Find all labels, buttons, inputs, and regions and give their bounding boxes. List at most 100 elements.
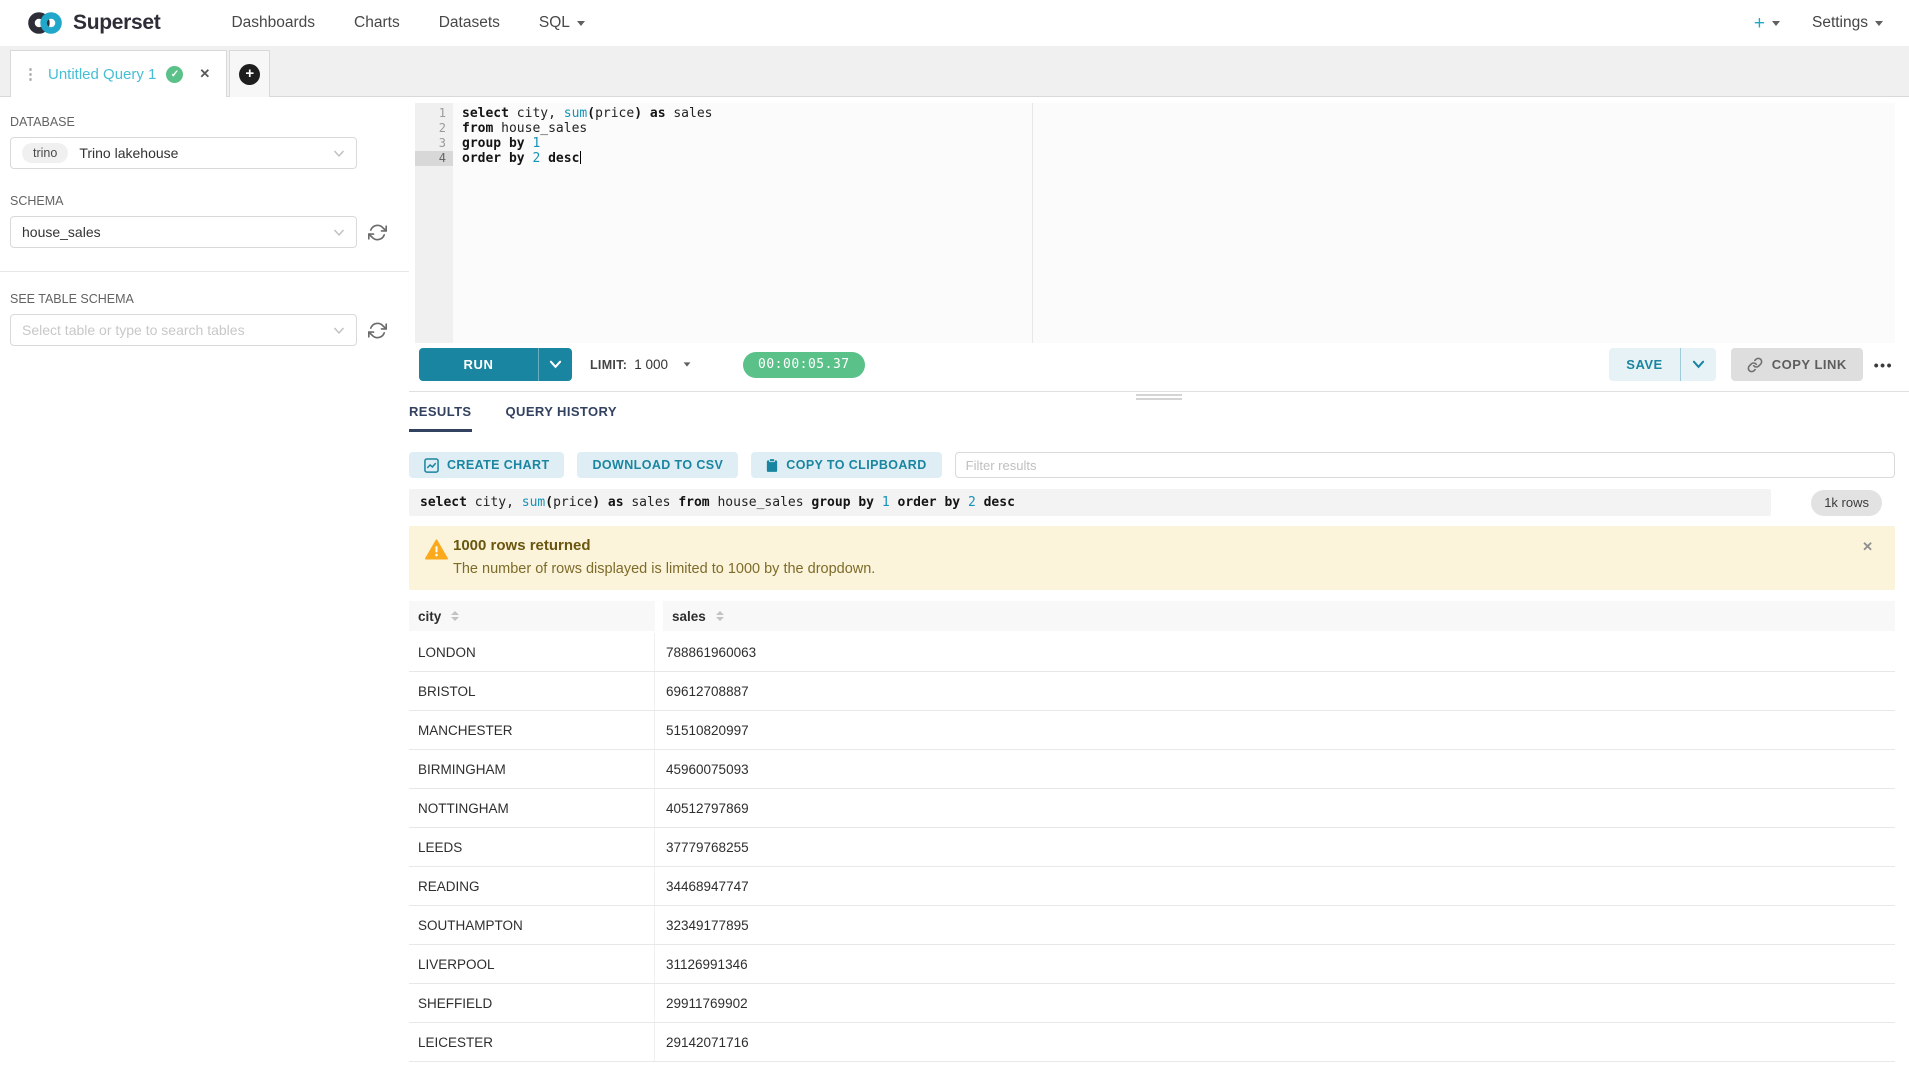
top-nav-right: + Settings [1754, 14, 1883, 33]
schema-select[interactable]: house_sales [10, 216, 357, 248]
brand-name: Superset [73, 11, 160, 35]
limit-label: LIMIT: [590, 358, 627, 372]
editor-gutter: 1 2 3 4 [415, 103, 453, 343]
close-tab-icon[interactable]: ✕ [199, 66, 210, 82]
run-button[interactable]: RUN [419, 348, 538, 381]
cell-sales: 29911769902 [655, 984, 1895, 1022]
table-row: BRISTOL 69612708887 [409, 672, 1895, 711]
copy-link-button[interactable]: COPY LINK [1731, 348, 1863, 381]
create-chart-button[interactable]: CREATE CHART [409, 452, 564, 478]
cell-city: LIVERPOOL [409, 945, 655, 983]
results-tabs: RESULTS QUERY HISTORY [409, 401, 1895, 432]
line-number-active: 4 [415, 151, 453, 166]
new-item-menu[interactable]: + [1754, 14, 1780, 33]
table-row: LEEDS 37779768255 [409, 828, 1895, 867]
alert-message: The number of rows displayed is limited … [453, 561, 1879, 577]
tab-label: Untitled Query 1 [48, 66, 156, 83]
tab-results[interactable]: RESULTS [409, 404, 472, 432]
nav-item-datasets[interactable]: Datasets [439, 14, 500, 32]
warning-icon [425, 539, 448, 560]
cell-sales: 34468947747 [655, 867, 1895, 905]
refresh-tables-icon[interactable] [368, 321, 387, 340]
run-options-button[interactable] [538, 348, 572, 381]
table-row: SOUTHAMPTON 32349177895 [409, 906, 1895, 945]
close-alert-icon[interactable]: ✕ [1862, 539, 1873, 555]
rows-limit-alert: 1000 rows returned The number of rows di… [409, 526, 1895, 590]
results-actions-row: CREATE CHART DOWNLOAD TO CSV COPY TO CLI… [409, 452, 1895, 478]
executed-query-preview: select city, sum(price) as sales from ho… [409, 489, 1771, 516]
chevron-down-icon [333, 326, 345, 335]
schema-value: house_sales [22, 224, 101, 240]
column-header-city[interactable]: city [409, 601, 655, 631]
top-nav: Superset Dashboards Charts Datasets SQL … [0, 0, 1909, 46]
column-header-sales[interactable]: sales [663, 601, 1895, 631]
settings-menu[interactable]: Settings [1812, 14, 1883, 32]
query-success-icon: ✓ [166, 66, 183, 83]
see-table-schema-label: SEE TABLE SCHEMA [10, 292, 399, 306]
row-count-badge: 1k rows [1811, 490, 1882, 516]
table-select[interactable]: Select table or type to search tables [10, 314, 357, 346]
superset-logo[interactable]: Superset [24, 9, 160, 37]
sqllab-content: 1 2 3 4 select city, sum(price) as sales… [409, 97, 1909, 1062]
download-csv-button[interactable]: DOWNLOAD TO CSV [577, 452, 738, 478]
drag-handle-icon[interactable]: ⋮ [23, 65, 38, 83]
tab-query-history[interactable]: QUERY HISTORY [506, 404, 617, 432]
refresh-schemas-icon[interactable] [368, 223, 387, 242]
chart-icon [424, 458, 439, 473]
save-split-button: SAVE [1609, 348, 1715, 381]
cell-sales: 45960075093 [655, 750, 1895, 788]
cell-city: NOTTINGHAM [409, 789, 655, 827]
line-number: 3 [415, 136, 453, 151]
more-actions-button[interactable]: ••• [1872, 353, 1895, 377]
cell-city: LEICESTER [409, 1023, 655, 1061]
sql-code-area[interactable]: select city, sum(price) as sales from ho… [453, 106, 1895, 166]
sql-line: select city, sum(price) as sales [453, 106, 1895, 121]
nav-item-charts[interactable]: Charts [354, 14, 400, 32]
chevron-down-icon [1875, 21, 1883, 26]
main-menu: Dashboards Charts Datasets SQL [192, 14, 584, 32]
chevron-down-icon [577, 21, 585, 26]
line-number: 1 [415, 106, 453, 121]
cell-city: LEEDS [409, 828, 655, 866]
database-select[interactable]: trino Trino lakehouse [10, 137, 357, 169]
tab-untitled-query-1[interactable]: ⋮ Untitled Query 1 ✓ ✕ [10, 50, 227, 97]
table-select-placeholder: Select table or type to search tables [22, 322, 245, 338]
superset-app: Superset Dashboards Charts Datasets SQL … [0, 0, 1909, 1070]
cell-sales: 69612708887 [655, 672, 1895, 710]
run-split-button: RUN [419, 348, 572, 381]
toolbar-right: SAVE COPY LINK [1609, 348, 1895, 381]
executed-query-row: select city, sum(price) as sales from ho… [409, 489, 1895, 516]
save-options-button[interactable] [1680, 348, 1716, 381]
line-number: 2 [415, 121, 453, 136]
cell-sales: 51510820997 [655, 711, 1895, 749]
table-row: SHEFFIELD 29911769902 [409, 984, 1895, 1023]
editor-toolbar: RUN LIMIT: 1 000 00:00:05.37 SAVE [419, 348, 1895, 381]
nav-item-sql[interactable]: SQL [539, 14, 585, 32]
query-tab-strip: ⋮ Untitled Query 1 ✓ ✕ + [0, 46, 1909, 97]
nav-item-dashboards[interactable]: Dashboards [231, 14, 315, 32]
copy-link-label: COPY LINK [1772, 357, 1847, 372]
chevron-down-icon [333, 228, 345, 237]
save-button[interactable]: SAVE [1609, 348, 1679, 381]
text-cursor [580, 151, 581, 164]
database-label: DATABASE [10, 115, 399, 129]
results-table: city sales LONDON 788861 [409, 601, 1895, 1062]
new-query-tab-button[interactable]: + [229, 50, 270, 97]
sqllab-sidebar: DATABASE trino Trino lakehouse SCHEMA ho… [0, 97, 409, 346]
sort-icon [716, 611, 724, 621]
chevron-down-icon [333, 149, 345, 158]
table-row: LIVERPOOL 31126991346 [409, 945, 1895, 984]
superset-infinity-icon [24, 9, 66, 37]
sql-editor[interactable]: 1 2 3 4 select city, sum(price) as sales… [415, 103, 1895, 343]
database-engine-tag: trino [22, 143, 68, 163]
cell-city: LONDON [409, 633, 655, 671]
limit-dropdown[interactable]: LIMIT: 1 000 [590, 357, 691, 372]
filter-results-input[interactable] [955, 452, 1895, 478]
cell-city: MANCHESTER [409, 711, 655, 749]
splitter-drag-handle[interactable] [1136, 394, 1182, 402]
cell-sales: 40512797869 [655, 789, 1895, 827]
link-icon [1747, 357, 1763, 373]
pane-splitter [409, 391, 1909, 401]
copy-to-clipboard-button[interactable]: COPY TO CLIPBOARD [751, 452, 941, 478]
results-table-header: city sales [409, 601, 1895, 631]
